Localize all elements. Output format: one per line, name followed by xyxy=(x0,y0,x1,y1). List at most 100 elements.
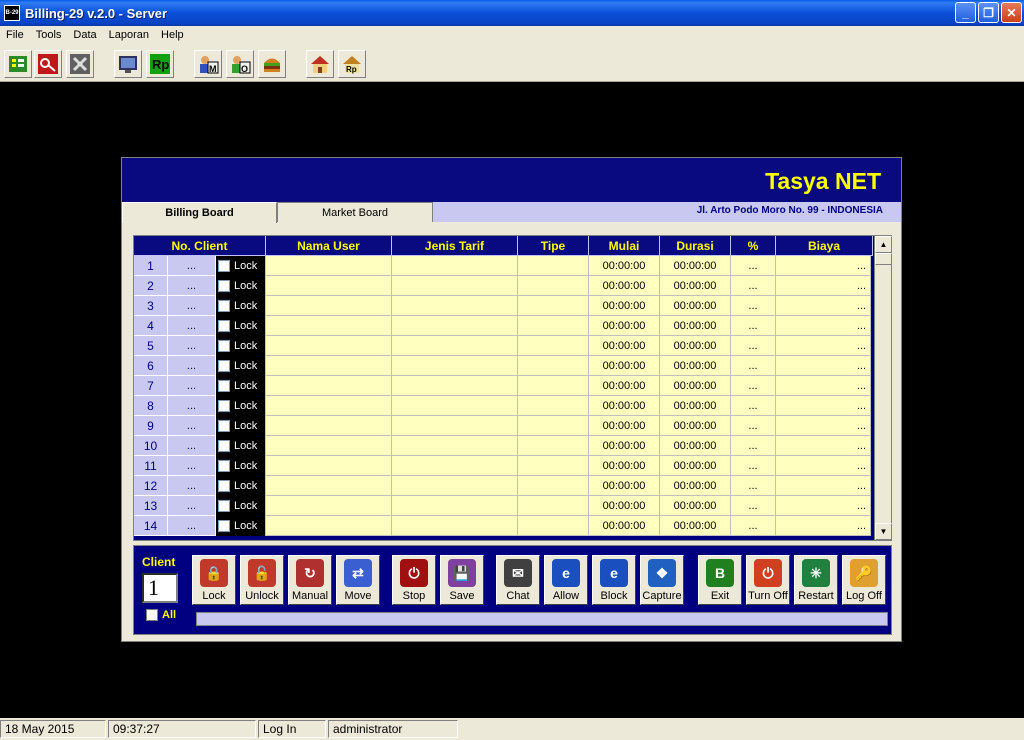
cell-biaya: ... xyxy=(776,396,871,416)
lock-toggle[interactable]: Lock xyxy=(216,436,266,456)
move-icon: ⇄ xyxy=(344,559,372,587)
lock-toggle[interactable]: Lock xyxy=(216,376,266,396)
lock-checkbox[interactable] xyxy=(218,260,230,272)
table-row[interactable]: 6... Lock 00:00:00 00:00:00...... xyxy=(134,356,871,376)
table-row[interactable]: 9... Lock 00:00:00 00:00:00...... xyxy=(134,416,871,436)
lock-checkbox[interactable] xyxy=(218,500,230,512)
lock-icon: 🔒 xyxy=(200,559,228,587)
capture-button[interactable]: ❖ Capture xyxy=(640,555,684,605)
stop-button[interactable]: ⏻ Stop xyxy=(392,555,436,605)
action-label: Exit xyxy=(710,590,730,602)
lock-toggle[interactable]: Lock xyxy=(216,476,266,496)
lock-checkbox[interactable] xyxy=(218,320,230,332)
all-checkbox-wrap[interactable]: All xyxy=(146,609,176,621)
menu-help[interactable]: Help xyxy=(155,29,190,41)
table-row[interactable]: 12... Lock 00:00:00 00:00:00...... xyxy=(134,476,871,496)
lock-toggle[interactable]: Lock xyxy=(216,316,266,336)
scroll-thumb[interactable] xyxy=(875,253,892,265)
lock-checkbox[interactable] xyxy=(218,300,230,312)
status-strip xyxy=(196,612,888,626)
block-button[interactable]: e Block xyxy=(592,555,636,605)
lock-toggle[interactable]: Lock xyxy=(216,416,266,436)
key-icon[interactable] xyxy=(34,50,62,78)
cell-mulai: 00:00:00 xyxy=(589,516,660,536)
lock-checkbox[interactable] xyxy=(218,360,230,372)
cell-biaya: ... xyxy=(776,416,871,436)
lock-toggle[interactable]: Lock xyxy=(216,256,266,276)
app-icon: B-29 xyxy=(4,5,20,21)
action-label: Stop xyxy=(402,590,426,602)
lock-checkbox[interactable] xyxy=(218,460,230,472)
lock-toggle[interactable]: Lock xyxy=(216,336,266,356)
table-row[interactable]: 5... Lock 00:00:00 00:00:00...... xyxy=(134,336,871,356)
operator-icon[interactable]: O xyxy=(226,50,254,78)
exit-button[interactable]: B Exit xyxy=(698,555,742,605)
house-icon[interactable] xyxy=(306,50,334,78)
client-dots: ... xyxy=(168,336,216,356)
monitor-icon[interactable] xyxy=(114,50,142,78)
grid-scrollbar[interactable]: ▲ ▼ xyxy=(874,236,892,540)
menu-tools[interactable]: Tools xyxy=(30,29,68,41)
lock-checkbox[interactable] xyxy=(218,420,230,432)
table-row[interactable]: 4... Lock 00:00:00 00:00:00...... xyxy=(134,316,871,336)
table-row[interactable]: 3... Lock 00:00:00 00:00:00...... xyxy=(134,296,871,316)
table-row[interactable]: 11... Lock 00:00:00 00:00:00...... xyxy=(134,456,871,476)
client-list-icon[interactable] xyxy=(4,50,32,78)
chat-button[interactable]: ✉ Chat xyxy=(496,555,540,605)
client-number-input[interactable]: 1 xyxy=(142,573,178,603)
all-checkbox[interactable] xyxy=(146,609,158,621)
lock-toggle[interactable]: Lock xyxy=(216,276,266,296)
allow-button[interactable]: e Allow xyxy=(544,555,588,605)
client-dots: ... xyxy=(168,356,216,376)
header-jenis-tarif: Jenis Tarif xyxy=(392,236,518,256)
lock-toggle[interactable]: Lock xyxy=(216,356,266,376)
table-row[interactable]: 14... Lock 00:00:00 00:00:00...... xyxy=(134,516,871,536)
save-button[interactable]: 💾 Save xyxy=(440,555,484,605)
table-row[interactable]: 8... Lock 00:00:00 00:00:00...... xyxy=(134,396,871,416)
turn-off-button[interactable]: ⏻ Turn Off xyxy=(746,555,790,605)
member-icon[interactable]: M xyxy=(194,50,222,78)
restart-button[interactable]: ✳ Restart xyxy=(794,555,838,605)
lock-checkbox[interactable] xyxy=(218,280,230,292)
lock-toggle[interactable]: Lock xyxy=(216,396,266,416)
lock-checkbox[interactable] xyxy=(218,380,230,392)
table-row[interactable]: 13... Lock 00:00:00 00:00:00...... xyxy=(134,496,871,516)
burger-icon[interactable] xyxy=(258,50,286,78)
lock-toggle[interactable]: Lock xyxy=(216,296,266,316)
cell-biaya: ... xyxy=(776,456,871,476)
menu-file[interactable]: File xyxy=(0,29,30,41)
action-label: Turn Off xyxy=(748,590,788,602)
menu-laporan[interactable]: Laporan xyxy=(103,29,155,41)
lock-toggle[interactable]: Lock xyxy=(216,516,266,536)
close-x-icon[interactable] xyxy=(66,50,94,78)
close-button[interactable]: ✕ xyxy=(1001,2,1022,23)
menu-data[interactable]: Data xyxy=(67,29,102,41)
cell-mulai: 00:00:00 xyxy=(589,416,660,436)
unlock-button[interactable]: 🔓 Unlock xyxy=(240,555,284,605)
tab-market-board[interactable]: Market Board xyxy=(277,202,433,222)
lock-checkbox[interactable] xyxy=(218,480,230,492)
minimize-button[interactable]: _ xyxy=(955,2,976,23)
cell-jenis-tarif xyxy=(392,256,518,276)
rp-money-icon[interactable]: Rp xyxy=(146,50,174,78)
scroll-down-arrow[interactable]: ▼ xyxy=(875,523,892,540)
tab-billing-board[interactable]: Billing Board xyxy=(122,202,277,223)
house-rp-icon[interactable]: Rp xyxy=(338,50,366,78)
manual-button[interactable]: ↻ Manual xyxy=(288,555,332,605)
log-off-button[interactable]: 🔑 Log Off xyxy=(842,555,886,605)
lock-toggle[interactable]: Lock xyxy=(216,456,266,476)
lock-checkbox[interactable] xyxy=(218,400,230,412)
lock-checkbox[interactable] xyxy=(218,440,230,452)
lock-toggle[interactable]: Lock xyxy=(216,496,266,516)
table-row[interactable]: 2... Lock 00:00:00 00:00:00...... xyxy=(134,276,871,296)
table-row[interactable]: 10... Lock 00:00:00 00:00:00...... xyxy=(134,436,871,456)
lock-button[interactable]: 🔒 Lock xyxy=(192,555,236,605)
table-row[interactable]: 7... Lock 00:00:00 00:00:00...... xyxy=(134,376,871,396)
lock-checkbox[interactable] xyxy=(218,340,230,352)
move-button[interactable]: ⇄ Move xyxy=(336,555,380,605)
lock-checkbox[interactable] xyxy=(218,520,230,532)
scroll-up-arrow[interactable]: ▲ xyxy=(875,236,892,253)
maximize-button[interactable]: ❐ xyxy=(978,2,999,23)
table-row[interactable]: 1... Lock 00:00:00 00:00:00...... xyxy=(134,256,871,276)
lock-label: Lock xyxy=(234,520,258,532)
